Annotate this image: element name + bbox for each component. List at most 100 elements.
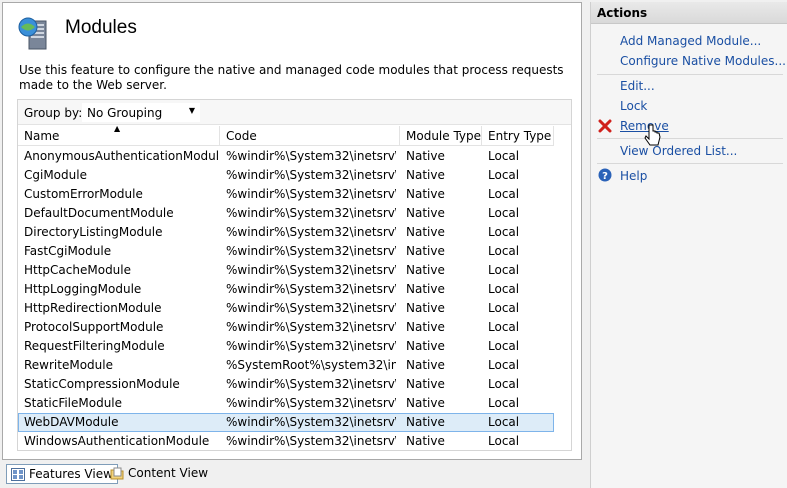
module-entry-type: Local: [488, 187, 520, 201]
module-code: %windir%\System32\inetsrv\...: [226, 339, 396, 353]
column-header-name[interactable]: Name ▲: [18, 124, 220, 146]
table-row[interactable]: WindowsAuthenticationModule %windir%\Sys…: [18, 432, 554, 451]
module-name: ProtocolSupportModule: [24, 320, 164, 334]
module-entry-type: Local: [488, 282, 520, 296]
module-type: Native: [406, 396, 445, 410]
column-header-module-type[interactable]: Module Type: [400, 126, 482, 146]
module-name: DefaultDocumentModule: [24, 206, 174, 220]
module-type: Native: [406, 168, 445, 182]
module-name: StaticFileModule: [24, 396, 123, 410]
table-row[interactable]: AnonymousAuthenticationModule %windir%\S…: [18, 147, 554, 166]
actions-header: Actions: [591, 2, 787, 24]
table-row[interactable]: RequestFilteringModule %windir%\System32…: [18, 337, 554, 356]
features-view-icon: [11, 468, 25, 481]
module-name: DirectoryListingModule: [24, 225, 163, 239]
module-type: Native: [406, 434, 445, 448]
features-view-tab[interactable]: Features View: [6, 464, 118, 484]
table-row[interactable]: StaticFileModule %windir%\System32\inets…: [18, 394, 554, 413]
hand-cursor-icon: [644, 124, 661, 146]
module-code: %windir%\System32\inetsrv\...: [226, 187, 396, 201]
column-header-code[interactable]: Code: [220, 126, 400, 146]
table-row[interactable]: HttpLoggingModule %windir%\System32\inet…: [18, 280, 554, 299]
module-entry-type: Local: [488, 396, 520, 410]
module-type: Native: [406, 187, 445, 201]
sort-ascending-icon: ▲: [114, 124, 121, 133]
add-managed-module-link[interactable]: Add Managed Module...: [620, 34, 761, 48]
table-row[interactable]: HttpCacheModule %windir%\System32\inetsr…: [18, 261, 554, 280]
table-row[interactable]: CustomErrorModule %windir%\System32\inet…: [18, 185, 554, 204]
table-row[interactable]: ProtocolSupportModule %windir%\System32\…: [18, 318, 554, 337]
server-modules-icon: [18, 17, 47, 50]
table-row-selected[interactable]: WebDAVModule %windir%\System32\inetsrv\.…: [18, 413, 554, 432]
module-name: FastCgiModule: [24, 244, 112, 258]
module-name: RequestFilteringModule: [24, 339, 165, 353]
actions-divider: [597, 163, 783, 164]
table-row[interactable]: FastCgiModule %windir%\System32\inetsrv\…: [18, 242, 554, 261]
actions-divider: [597, 138, 783, 139]
module-type: Native: [406, 320, 445, 334]
group-by-bar: Group by: No Grouping ▼: [18, 100, 571, 125]
module-name: HttpRedirectionModule: [24, 301, 162, 315]
module-entry-type: Local: [488, 244, 520, 258]
content-view-tab[interactable]: Content View: [106, 464, 212, 484]
column-header-entry-type-label: Entry Type: [488, 129, 552, 143]
module-type: Native: [406, 358, 445, 372]
group-by-label: Group by:: [24, 106, 83, 120]
module-type: Native: [406, 282, 445, 296]
module-code: %windir%\System32\inetsrv\i...: [226, 244, 396, 258]
module-type: Native: [406, 206, 445, 220]
module-type: Native: [406, 377, 445, 391]
module-code: %SystemRoot%\system32\ine...: [226, 358, 396, 372]
module-entry-type: Local: [488, 434, 520, 448]
module-name: HttpLoggingModule: [24, 282, 142, 296]
chevron-down-icon: ▼: [188, 106, 195, 115]
module-name: RewriteModule: [24, 358, 113, 372]
modules-grid: Group by: No Grouping ▼ Name ▲ Code Modu…: [17, 99, 572, 451]
column-header-row: Name ▲ Code Module Type Entry Type: [18, 124, 554, 146]
table-row[interactable]: HttpRedirectionModule %windir%\System32\…: [18, 299, 554, 318]
module-code: %windir%\System32\inetsrv\...: [226, 377, 396, 391]
page-description: Use this feature to configure the native…: [19, 63, 564, 92]
svg-text:?: ?: [602, 171, 608, 182]
module-code: %windir%\System32\inetsrv\...: [226, 263, 396, 277]
module-name: StaticCompressionModule: [24, 377, 180, 391]
module-entry-type: Local: [488, 149, 520, 163]
module-entry-type: Local: [488, 301, 520, 315]
module-type: Native: [406, 263, 445, 277]
module-code: %windir%\System32\inetsrv\r...: [226, 301, 396, 315]
table-row[interactable]: StaticCompressionModule %windir%\System3…: [18, 375, 554, 394]
actions-divider: [597, 74, 783, 75]
table-row[interactable]: CgiModule %windir%\System32\inetsrv\... …: [18, 166, 554, 185]
column-header-entry-type[interactable]: Entry Type: [482, 126, 554, 146]
table-row[interactable]: DirectoryListingModule %windir%\System32…: [18, 223, 554, 242]
module-entry-type: Local: [488, 358, 520, 372]
module-code: %windir%\System32\inetsrv\l...: [226, 282, 396, 296]
module-name: WebDAVModule: [24, 415, 119, 429]
modules-rows: AnonymousAuthenticationModule %windir%\S…: [18, 147, 554, 451]
edit-link[interactable]: Edit...: [620, 79, 655, 93]
module-code: %windir%\System32\inetsrv\...: [226, 434, 396, 448]
table-row[interactable]: RewriteModule %SystemRoot%\system32\ine.…: [18, 356, 554, 375]
configure-native-modules-link[interactable]: Configure Native Modules...: [620, 54, 786, 68]
help-link[interactable]: Help: [620, 169, 647, 183]
module-entry-type: Local: [488, 225, 520, 239]
column-header-name-label: Name: [24, 129, 60, 143]
module-code: %windir%\System32\inetsrv\...: [226, 320, 396, 334]
lock-link[interactable]: Lock: [620, 99, 647, 113]
module-entry-type: Local: [488, 415, 520, 429]
content-view-icon: [110, 467, 124, 480]
content-view-label: Content View: [128, 466, 209, 480]
table-row[interactable]: DefaultDocumentModule %windir%\System32\…: [18, 204, 554, 223]
module-name: HttpCacheModule: [24, 263, 132, 277]
features-view-label: Features View: [29, 467, 113, 481]
remove-icon: [598, 119, 612, 133]
module-type: Native: [406, 339, 445, 353]
column-header-module-type-label: Module Type: [406, 129, 482, 143]
group-by-dropdown[interactable]: No Grouping ▼: [82, 103, 200, 122]
module-name: WindowsAuthenticationModule: [24, 434, 210, 448]
actions-pane: Actions Add Managed Module... Configure …: [590, 2, 787, 488]
module-code: %windir%\System32\inetsrv\s...: [226, 396, 396, 410]
module-code: %windir%\System32\inetsrv\...: [226, 415, 396, 429]
module-code: %windir%\System32\inetsrv\...: [226, 149, 396, 163]
view-ordered-list-link[interactable]: View Ordered List...: [620, 144, 737, 158]
